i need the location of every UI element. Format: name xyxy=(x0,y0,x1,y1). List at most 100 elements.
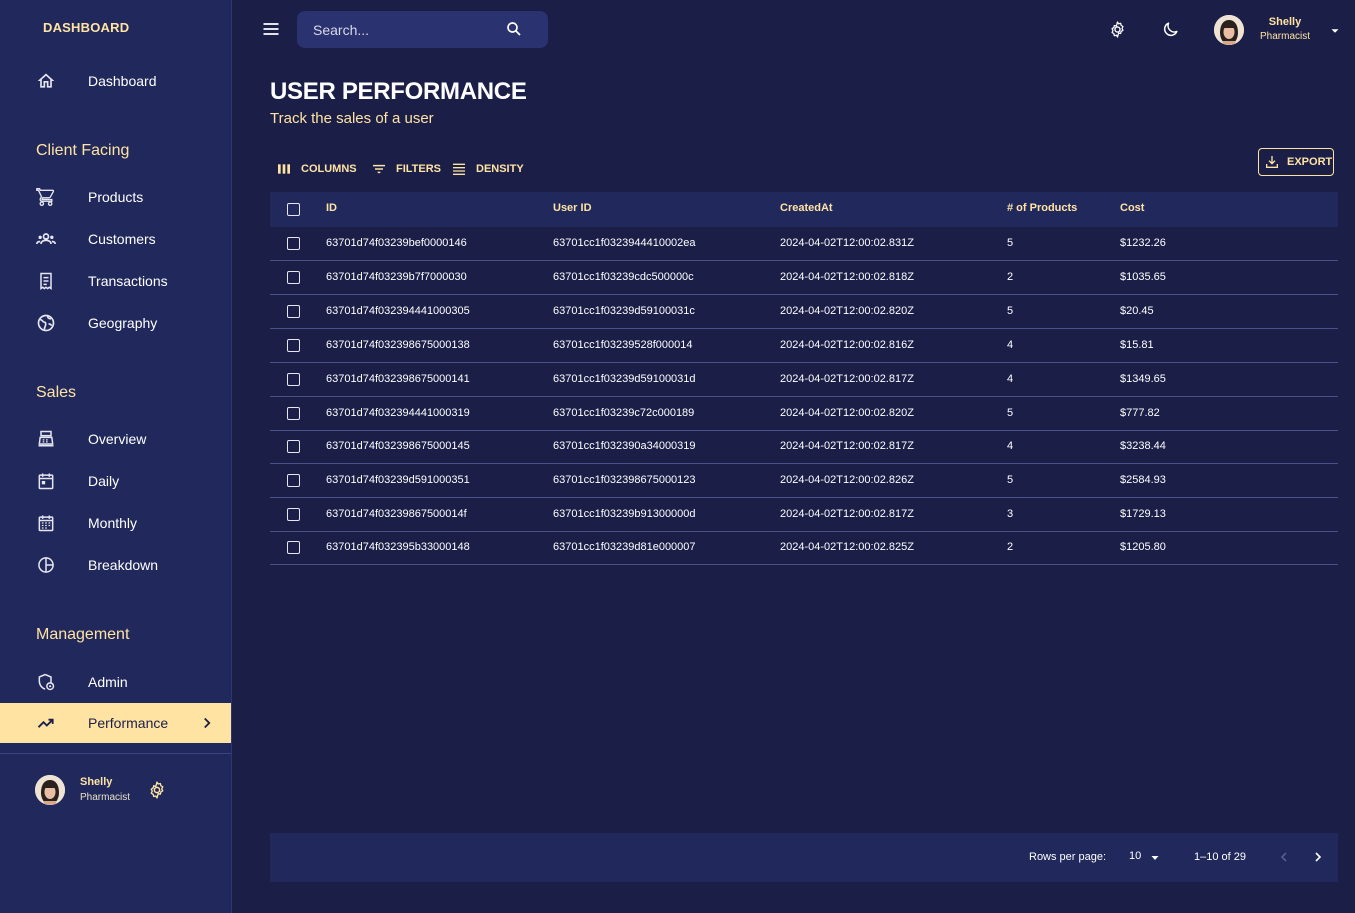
cell-user-id: 63701cc1f03239d81e000007 xyxy=(553,541,696,553)
column-header-created-at[interactable]: CreatedAt xyxy=(780,202,833,214)
cell-user-id: 63701cc1f03239c72c000189 xyxy=(553,407,695,419)
cell-products: 4 xyxy=(1007,373,1014,385)
cell-products: 5 xyxy=(1007,237,1014,249)
menu-icon[interactable] xyxy=(261,19,281,39)
row-checkbox[interactable] xyxy=(287,237,300,250)
row-checkbox[interactable] xyxy=(287,373,300,386)
cell-products: 2 xyxy=(1007,541,1014,553)
table-row[interactable]: 63701d74f032398675000145 63701cc1f032390… xyxy=(270,430,1338,464)
search-input[interactable] xyxy=(311,19,495,41)
cell-id: 63701d74f03239d591000351 xyxy=(326,474,470,486)
section-management: Management xyxy=(36,626,130,643)
table-row[interactable]: 63701d74f03239d591000351 63701cc1f032398… xyxy=(270,464,1338,498)
row-checkbox[interactable] xyxy=(287,508,300,521)
row-checkbox[interactable] xyxy=(287,305,300,318)
column-header-user-id[interactable]: User ID xyxy=(553,202,592,214)
sidebar-item-products[interactable]: Products xyxy=(0,177,231,217)
sidebar-item-customers[interactable]: Customers xyxy=(0,219,231,259)
search-icon[interactable] xyxy=(505,20,523,38)
sidebar-item-label: Geography xyxy=(88,315,158,331)
sidebar-user-role: Pharmacist xyxy=(80,792,131,803)
table-row[interactable]: 63701d74f032395b33000148 63701cc1f03239d… xyxy=(270,531,1338,565)
caret-down-icon[interactable] xyxy=(1149,852,1161,864)
header-user-role: Pharmacist xyxy=(1259,31,1310,42)
select-all-checkbox[interactable] xyxy=(287,203,300,216)
admin-icon xyxy=(36,672,56,692)
rows-per-page-select[interactable]: 10 xyxy=(1129,850,1141,862)
row-checkbox[interactable] xyxy=(287,271,300,284)
row-checkbox[interactable] xyxy=(287,407,300,420)
settings-gear-icon[interactable] xyxy=(1108,20,1127,39)
search-bar xyxy=(297,11,548,48)
chevron-left-icon[interactable] xyxy=(1276,849,1292,865)
cell-cost: $2584.93 xyxy=(1120,474,1166,486)
calendar-today-icon xyxy=(36,471,56,491)
sidebar-item-admin[interactable]: Admin xyxy=(0,662,231,702)
cell-id: 63701d74f032398675000138 xyxy=(326,339,470,351)
sidebar-user-name: Shelly xyxy=(80,776,113,788)
cell-id: 63701d74f032394441000319 xyxy=(326,407,470,419)
cell-created-at: 2024-04-02T12:00:02.820Z xyxy=(780,305,914,317)
table-row[interactable]: 63701d74f03239b7f7000030 63701cc1f03239c… xyxy=(270,261,1338,295)
column-header-cost[interactable]: Cost xyxy=(1120,202,1144,214)
dark-mode-icon[interactable] xyxy=(1161,20,1180,39)
cell-user-id: 63701cc1f032398675000123 xyxy=(553,474,696,486)
row-checkbox[interactable] xyxy=(287,339,300,352)
density-icon xyxy=(451,161,467,177)
columns-button[interactable]: COLUMNS xyxy=(276,160,357,178)
cell-id: 63701d74f032395b33000148 xyxy=(326,541,470,553)
sidebar-item-transactions[interactable]: Transactions xyxy=(0,261,231,301)
view-column-icon xyxy=(276,161,292,177)
sidebar-item-label: Performance xyxy=(88,715,169,731)
cell-cost: $1035.65 xyxy=(1120,271,1166,283)
page-title: USER PERFORMANCE xyxy=(270,78,527,105)
sidebar-item-label: Dashboard xyxy=(88,73,157,89)
table-row[interactable]: 63701d74f032394441000319 63701cc1f03239c… xyxy=(270,397,1338,431)
page-subtitle: Track the sales of a user xyxy=(270,110,434,127)
sidebar-item-performance[interactable]: Performance xyxy=(0,703,231,743)
sidebar-item-daily[interactable]: Daily xyxy=(0,461,231,501)
column-header-id[interactable]: ID xyxy=(326,202,337,214)
cell-products: 5 xyxy=(1007,407,1014,419)
row-checkbox[interactable] xyxy=(287,440,300,453)
header-user-name[interactable]: Shelly xyxy=(1250,16,1320,28)
sidebar-item-monthly[interactable]: Monthly xyxy=(0,503,231,543)
table-row[interactable]: 63701d74f03239867500014f 63701cc1f03239b… xyxy=(270,498,1338,532)
table-row[interactable]: 63701d74f032398675000138 63701cc1f032395… xyxy=(270,329,1338,363)
cell-created-at: 2024-04-02T12:00:02.817Z xyxy=(780,373,914,385)
cell-created-at: 2024-04-02T12:00:02.826Z xyxy=(780,474,914,486)
row-checkbox[interactable] xyxy=(287,474,300,487)
sidebar-item-dashboard[interactable]: Dashboard xyxy=(0,61,231,101)
sidebar-item-geography[interactable]: Geography xyxy=(0,303,231,343)
cell-created-at: 2024-04-02T12:00:02.817Z xyxy=(780,440,914,452)
gear-icon[interactable] xyxy=(147,780,167,800)
sidebar-item-breakdown[interactable]: Breakdown xyxy=(0,545,231,585)
sidebar-item-overview[interactable]: Overview xyxy=(0,419,231,459)
sidebar-item-label: Customers xyxy=(88,231,156,247)
export-label: EXPORT xyxy=(1287,156,1333,168)
cell-created-at: 2024-04-02T12:00:02.817Z xyxy=(780,508,914,520)
cell-user-id: 63701cc1f03239b91300000d xyxy=(553,508,696,520)
cell-cost: $1205.80 xyxy=(1120,541,1166,553)
caret-down-icon[interactable] xyxy=(1328,24,1342,38)
table-row[interactable]: 63701d74f032394441000305 63701cc1f03239d… xyxy=(270,295,1338,329)
filters-button[interactable]: FILTERS xyxy=(371,160,441,178)
row-checkbox[interactable] xyxy=(287,541,300,554)
cart-icon xyxy=(36,187,56,207)
cell-products: 3 xyxy=(1007,508,1014,520)
globe-icon xyxy=(36,313,56,333)
sidebar-item-label: Products xyxy=(88,189,144,205)
column-header-products[interactable]: # of Products xyxy=(1007,202,1077,214)
cell-user-id: 63701cc1f03239cdc500000c xyxy=(553,271,694,283)
density-button[interactable]: DENSITY xyxy=(451,160,524,178)
avatar[interactable] xyxy=(1214,15,1244,45)
avatar[interactable] xyxy=(35,775,65,805)
table-row[interactable]: 63701d74f032398675000141 63701cc1f03239d… xyxy=(270,363,1338,397)
export-button[interactable]: EXPORT xyxy=(1258,148,1334,176)
table-row[interactable]: 63701d74f03239bef0000146 63701cc1f032394… xyxy=(270,227,1338,261)
cell-id: 63701d74f03239bef0000146 xyxy=(326,237,467,249)
chevron-right-icon[interactable] xyxy=(1310,849,1326,865)
cell-created-at: 2024-04-02T12:00:02.818Z xyxy=(780,271,914,283)
cell-id: 63701d74f032398675000141 xyxy=(326,373,470,385)
cell-products: 2 xyxy=(1007,271,1014,283)
